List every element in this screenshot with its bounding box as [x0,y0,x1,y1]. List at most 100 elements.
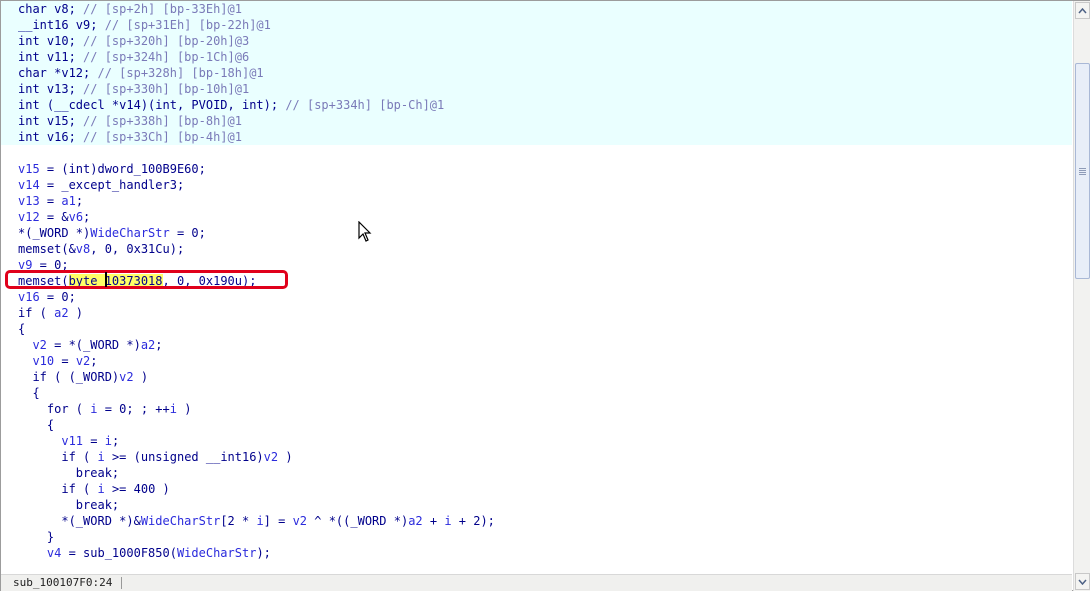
code-token: v2 [75,354,91,368]
code-line[interactable]: break; [18,497,119,513]
code-token: = [83,434,105,448]
code-token: a1 [61,194,76,208]
scroll-down-button[interactable] [1075,573,1090,590]
code-token: v11 [61,434,84,448]
code-token: // [sp+330h] [bp-10h]@1 [83,82,250,96]
code-token: v8 [75,242,91,256]
code-token: + 2); [451,514,495,528]
status-divider [121,577,122,589]
code-token: v10 [32,354,55,368]
code-token: = [39,194,62,208]
code-line[interactable]: int v15; // [sp+338h] [bp-8h]@1 [18,113,242,129]
code-token: i [97,482,105,496]
code-token: *(_WORD *)& [18,514,141,528]
vertical-scrollbar[interactable] [1073,1,1090,591]
code-token: = [54,354,76,368]
scrollbar-thumb[interactable] [1075,63,1090,279]
code-token: if ( [18,482,98,496]
thumb-grip-line [1079,172,1086,173]
code-token: ); [256,546,271,560]
code-line[interactable]: memset(&v8, 0, 0x31Cu); [18,241,184,257]
code-token: [2 * [220,514,257,528]
code-line[interactable]: int v16; // [sp+33Ch] [bp-4h]@1 [18,129,242,145]
code-token: if ( [18,450,98,464]
code-line[interactable]: { [18,385,39,401]
code-token: v15 [18,162,40,176]
status-location: sub_100107F0:24 [13,576,113,589]
code-token: ; [155,338,163,352]
code-token: { [18,418,55,432]
code-line[interactable]: break; [18,465,119,481]
pseudocode-window: char v8; // [sp+2h] [bp-33Eh]@1 __int16 v… [0,0,1090,591]
code-line[interactable]: v13 = a1; [18,193,83,209]
code-token: // [sp+338h] [bp-8h]@1 [83,114,242,128]
code-token: ) [278,450,293,464]
code-token: ) [176,402,192,416]
code-token: *(_WORD *) [18,226,91,240]
code-line[interactable]: int v13; // [sp+330h] [bp-10h]@1 [18,81,249,97]
code-line[interactable]: } [18,529,54,545]
code-token: // [sp+328h] [bp-18h]@1 [97,66,264,80]
pseudocode-view[interactable]: char v8; // [sp+2h] [bp-33Eh]@1 __int16 v… [1,1,1072,574]
code-token: ; [111,434,120,448]
code-token: = (int)dword_100B9E60; [39,162,206,176]
code-token: int v11; [18,50,84,64]
code-line[interactable]: for ( i = 0; ; ++i ) [18,401,192,417]
code-token: + [422,514,445,528]
code-line[interactable]: __int16 v9; // [sp+31Eh] [bp-22h]@1 [18,17,271,33]
code-line[interactable]: if ( i >= (unsigned __int16)v2 ) [18,449,293,465]
code-token: { [18,322,26,336]
code-token: v2 [32,338,47,352]
code-token: int v10; [18,34,84,48]
code-token: memset(& [18,242,76,256]
code-token: int v16; [18,130,84,144]
code-token: // [sp+2h] [bp-33Eh]@1 [83,2,242,16]
code-token: ; [75,194,84,208]
code-token: = sub_1000F850( [61,546,177,560]
code-line[interactable]: v2 = *(_WORD *)a2; [18,337,163,353]
code-token: = 0; [169,226,206,240]
scroll-up-button[interactable] [1075,2,1090,19]
code-token: >= (unsigned __int16) [104,450,264,464]
code-line[interactable]: v16 = 0; [18,289,76,305]
code-token: ; [83,210,91,224]
code-line[interactable]: char v8; // [sp+2h] [bp-33Eh]@1 [18,1,242,17]
triangle-down-icon [1078,579,1087,585]
code-token: , 0, 0x31Cu); [90,242,185,256]
code-line[interactable]: int v11; // [sp+324h] [bp-1Ch]@6 [18,49,249,65]
code-line[interactable]: v11 = i; [18,433,119,449]
code-token: v2 [292,514,308,528]
code-line[interactable]: char *v12; // [sp+328h] [bp-18h]@1 [18,65,264,81]
code-token: v4 [46,546,62,560]
code-token: __int16 v9; [18,18,105,32]
mouse-cursor-icon [358,221,372,242]
code-line[interactable]: int (__cdecl *v14)(int, PVOID, int); // … [18,97,444,113]
code-line[interactable]: { [18,321,25,337]
code-token: i [104,434,112,448]
code-line[interactable]: *(_WORD *)&WideCharStr[2 * i] = v2 ^ *((… [18,513,495,529]
code-line[interactable]: if ( i >= 400 ) [18,481,169,497]
code-line[interactable]: *(_WORD *)WideCharStr = 0; [18,225,206,241]
code-line[interactable]: { [18,417,54,433]
code-line[interactable]: if ( a2 ) [18,305,83,321]
code-line[interactable]: v14 = _except_handler3; [18,177,184,193]
code-token: = *(_WORD *) [46,338,141,352]
code-line[interactable]: int v10; // [sp+320h] [bp-20h]@3 [18,33,249,49]
code-token: v16 [18,290,40,304]
code-line[interactable]: if ( (_WORD)v2 ) [18,369,148,385]
code-token: i [169,402,177,416]
highlighted-line-box [5,270,288,289]
code-token: if ( (_WORD) [18,370,120,384]
code-token: int (__cdecl *v14)(int, PVOID, int); [18,98,286,112]
code-token: // [sp+334h] [bp-Ch]@1 [285,98,445,112]
code-line[interactable]: v10 = v2; [18,353,97,369]
code-token: v2 [119,370,134,384]
code-token: v14 [18,178,40,192]
code-token: // [sp+324h] [bp-1Ch]@6 [83,50,250,64]
code-line[interactable]: v15 = (int)dword_100B9E60; [18,161,206,177]
code-token: WideCharStr [176,546,257,560]
code-line[interactable]: v12 = &v6; [18,209,90,225]
code-line[interactable]: v4 = sub_1000F850(WideCharStr); [18,545,271,561]
